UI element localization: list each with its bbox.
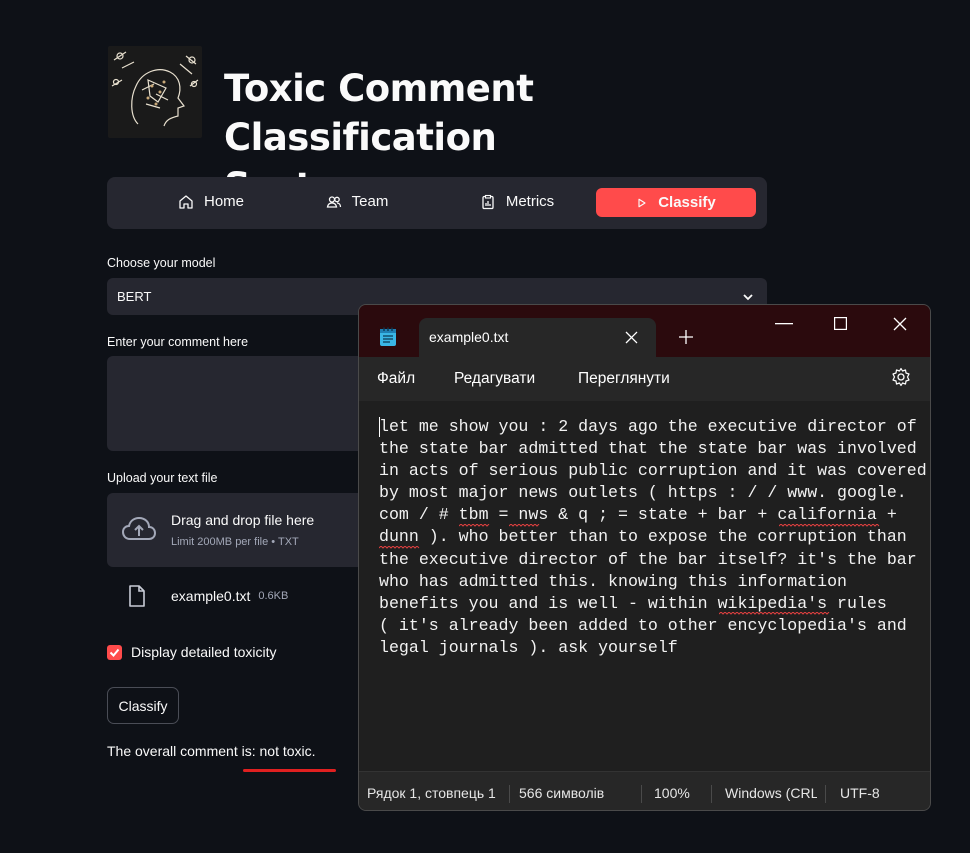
- play-icon: [638, 198, 646, 207]
- logo-image: [108, 46, 202, 138]
- nav-item-team-label: Team: [351, 193, 389, 210]
- text-line: who has admitted this. knowing this info…: [379, 571, 848, 591]
- clipboard-icon: [482, 194, 494, 209]
- comment-input-label: Enter your comment here: [107, 335, 249, 349]
- status-line-ending[interactable]: Windows (CRLF): [725, 785, 817, 801]
- spellcheck-underline: [779, 524, 880, 527]
- status-zoom[interactable]: 100%: [654, 785, 690, 801]
- notepad-statusbar: Рядок 1, стовпець 1 566 символів 100% Wi…: [359, 771, 930, 810]
- detailed-toxicity-label: Display detailed toxicity: [131, 644, 277, 660]
- classify-button[interactable]: Classify: [107, 687, 179, 724]
- detailed-toxicity-checkbox[interactable]: [107, 644, 122, 660]
- menu-view[interactable]: Переглянути: [578, 370, 670, 388]
- text-line: ( it's already been added to other encyc…: [379, 615, 907, 635]
- text-line: the state bar admitted that the state ba…: [379, 439, 917, 459]
- uploaded-file: example0.txt 0.6KB: [128, 583, 288, 609]
- cloud-upload-icon: [121, 516, 157, 540]
- window-close-icon[interactable]: [893, 317, 907, 331]
- status-char-count: 566 символів: [519, 785, 605, 801]
- checkmark-icon: [109, 648, 120, 657]
- detailed-toxicity-toggle[interactable]: Display detailed toxicity: [107, 644, 277, 660]
- file-dropzone[interactable]: Drag and drop file here Limit 200MB per …: [107, 493, 387, 567]
- status-cursor-position: Рядок 1, стовпець 1: [367, 785, 496, 801]
- uploaded-file-size: 0.6KB: [258, 590, 289, 602]
- settings-gear-icon[interactable]: [891, 367, 911, 387]
- status-separator: [509, 785, 510, 803]
- text-line: by most major news outlets ( https : / /…: [379, 483, 907, 503]
- text-caret: [379, 417, 380, 437]
- dropzone-subtitle: Limit 200MB per file • TXT: [171, 536, 299, 548]
- chevron-down-icon: [743, 294, 753, 301]
- text-line: let me show you : 2 days ago the executi…: [379, 417, 917, 436]
- new-tab-icon[interactable]: [679, 330, 693, 344]
- result-text: The overall comment is: not toxic.: [107, 743, 316, 759]
- menu-edit[interactable]: Редагувати: [454, 370, 535, 388]
- notepad-titlebar[interactable]: example0.txt: [359, 305, 930, 358]
- text-line: dunn ). who better than to expose the co…: [379, 527, 907, 547]
- upload-label: Upload your text file: [107, 471, 218, 485]
- spellcheck-underline: [459, 524, 490, 527]
- nav-item-classify[interactable]: Classify: [596, 188, 756, 217]
- close-tab-icon[interactable]: [625, 331, 638, 344]
- dropzone-title: Drag and drop file here: [171, 512, 315, 528]
- spellcheck-underline: [719, 612, 830, 615]
- result-underline-annotation: [243, 769, 336, 772]
- model-select-value: BERT: [117, 289, 152, 304]
- spellcheck-underline: [509, 524, 540, 527]
- nav-item-team[interactable]: Team: [287, 186, 427, 217]
- text-line: the executive director of the bar itself…: [379, 549, 917, 569]
- menu-file[interactable]: Файл: [377, 370, 415, 388]
- notepad-editor[interactable]: let me show you : 2 days ago the executi…: [359, 401, 930, 771]
- text-line: legal journals ). ask yourself: [379, 637, 678, 657]
- status-separator: [641, 785, 642, 803]
- notepad-text-content[interactable]: let me show you : 2 days ago the executi…: [379, 416, 930, 659]
- status-separator: [711, 785, 712, 803]
- nav-bar: Home Team Metrics Classify: [107, 177, 767, 229]
- notepad-window: example0.txt Файл Редагувати Переглянути…: [358, 304, 931, 811]
- file-icon: [129, 585, 145, 607]
- maximize-icon[interactable]: [834, 317, 847, 330]
- nav-item-metrics[interactable]: Metrics: [447, 186, 587, 217]
- team-icon: [326, 195, 341, 208]
- status-separator: [825, 785, 826, 803]
- uploaded-file-name: example0.txt: [171, 588, 251, 604]
- notepad-tab[interactable]: example0.txt: [419, 318, 656, 358]
- notepad-tab-title: example0.txt: [429, 329, 509, 345]
- nav-item-home-label: Home: [203, 193, 244, 210]
- minimize-icon[interactable]: [775, 323, 793, 325]
- model-select-label: Choose your model: [107, 256, 216, 270]
- nav-item-metrics-label: Metrics: [505, 193, 555, 210]
- nav-item-home[interactable]: Home: [127, 186, 295, 217]
- home-icon: [179, 194, 193, 209]
- spellcheck-underline: [379, 546, 420, 549]
- text-line: in acts of serious public corruption and…: [379, 461, 927, 481]
- nav-item-classify-label: Classify: [658, 194, 716, 211]
- page-title-line1: Toxic Comment Classification: [224, 67, 534, 159]
- status-encoding[interactable]: UTF-8: [840, 785, 880, 801]
- comment-input[interactable]: [107, 356, 387, 451]
- notepad-menubar: Файл Редагувати Переглянути: [359, 357, 930, 401]
- notepad-app-icon: [380, 327, 396, 346]
- text-line: benefits you and is well - within wikipe…: [379, 593, 887, 613]
